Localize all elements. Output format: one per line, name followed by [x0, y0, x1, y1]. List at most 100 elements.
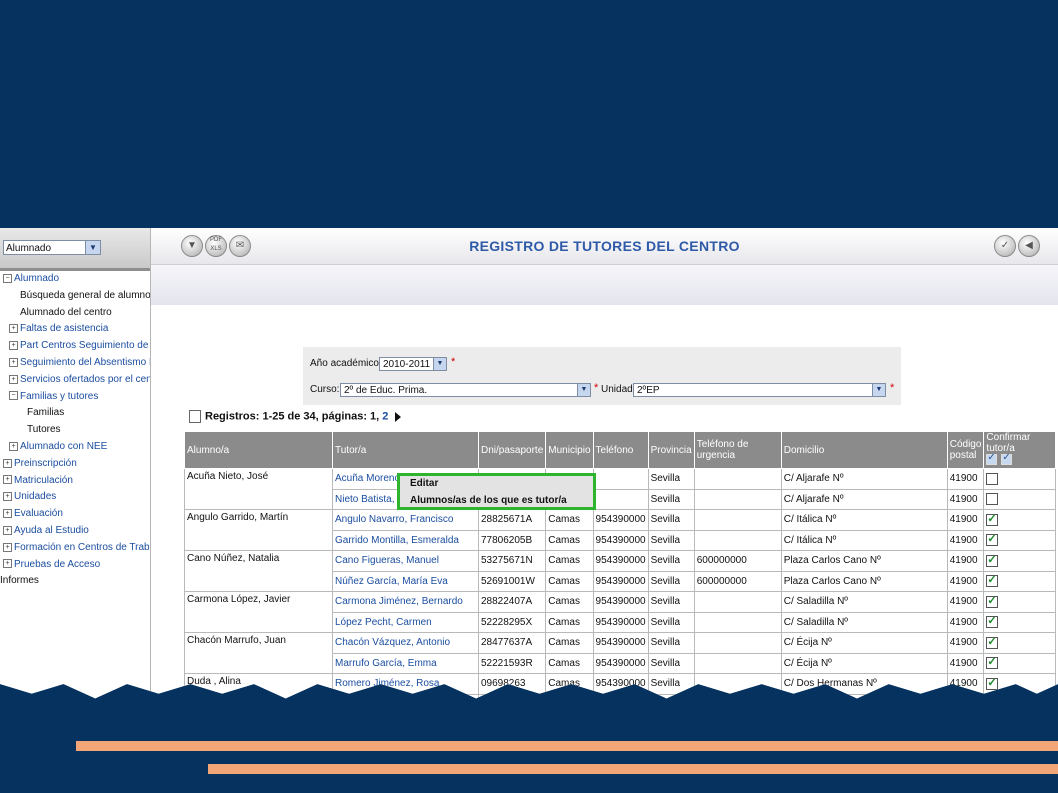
tutor-link[interactable]: Cano Figueras, Manuel: [335, 555, 439, 566]
expand-icon[interactable]: +: [9, 441, 18, 451]
tutor-cell: Marrufo García, Emma: [332, 652, 479, 674]
tree-item[interactable]: − Alumnado: [0, 271, 150, 288]
confirm-checkbox[interactable]: [986, 532, 999, 547]
anio-select[interactable]: 2010-2011 ▼: [379, 357, 447, 371]
tutor-link[interactable]: Romero Jiménez, Rosa: [335, 678, 439, 689]
module-select[interactable]: Alumnado ▼: [3, 240, 101, 255]
tree-item-label[interactable]: Seguimiento del Absentismo Esc: [20, 357, 150, 368]
confirm-checkbox[interactable]: [986, 493, 999, 506]
tree-item[interactable]: + Formación en Centros de Trabajo: [0, 540, 150, 557]
tutor-link[interactable]: Chacón Vázquez, Antonio: [335, 637, 450, 648]
tree-item-label[interactable]: Faltas de asistencia: [20, 323, 108, 334]
curso-select[interactable]: 2º de Educ. Prima. ▼: [340, 383, 591, 397]
page-2-link[interactable]: 2: [382, 410, 388, 422]
confirm-checkbox[interactable]: [986, 698, 999, 699]
cp-cell: [946, 693, 985, 699]
domicilio-cell: C/ Dos Hermanas Nº: [780, 673, 948, 695]
tree-item-label[interactable]: Alumnado: [14, 273, 59, 284]
accept-check-icon[interactable]: ✓: [994, 235, 1016, 257]
expand-icon[interactable]: +: [9, 374, 18, 384]
confirm-checkbox[interactable]: [986, 655, 999, 670]
tutor-link[interactable]: Núñez García, María Eva: [335, 576, 448, 587]
expand-icon[interactable]: +: [3, 525, 12, 535]
tree-item[interactable]: + Unidades: [0, 489, 150, 506]
chevron-down-icon[interactable]: ▼: [872, 384, 885, 396]
chevron-down-icon[interactable]: ▼: [577, 384, 590, 396]
tree-item[interactable]: + Evaluación: [0, 506, 150, 523]
collapse-icon[interactable]: −: [3, 273, 12, 283]
unidad-select[interactable]: 2ºEP ▼: [633, 383, 886, 397]
tree-item-label[interactable]: Ayuda al Estudio: [14, 525, 89, 536]
expand-icon[interactable]: +: [3, 492, 12, 502]
confirm-checkbox[interactable]: [986, 676, 999, 690]
tutor-link[interactable]: Garrido Montilla, Esmeralda: [335, 535, 459, 546]
expand-icon[interactable]: +: [3, 475, 12, 485]
confirm-checkbox[interactable]: [986, 553, 999, 567]
tree-item[interactable]: Tutores: [0, 422, 150, 439]
column-header: Código postal: [946, 431, 985, 469]
select-all-checkbox[interactable]: [1001, 452, 1013, 465]
expand-icon[interactable]: +: [9, 341, 18, 351]
tutor-cell: López Pecht, Carmen: [332, 611, 479, 633]
collapse-icon[interactable]: −: [9, 391, 18, 401]
tree-item[interactable]: + Matriculación: [0, 473, 150, 490]
tree-item-label[interactable]: Matriculación: [14, 475, 73, 486]
tree-item-label[interactable]: Formación en Centros de Trabajo: [14, 542, 150, 553]
tree-item[interactable]: +Seguimiento del Absentismo Esc: [0, 355, 150, 372]
tree-item[interactable]: + Faltas de asistencia: [0, 321, 150, 338]
tutor-link[interactable]: Marco Orihuela: [335, 699, 403, 708]
tree-item[interactable]: − Familias y tutores: [0, 389, 150, 406]
chevron-down-icon[interactable]: ▼: [433, 358, 446, 370]
tree-item-label[interactable]: Unidades: [14, 491, 56, 502]
tree-item-label[interactable]: Familias y tutores: [20, 391, 98, 402]
decorative-bar: [76, 741, 1058, 751]
select-all-checkbox[interactable]: [986, 452, 998, 465]
back-arrow-icon[interactable]: ◀: [1018, 235, 1040, 257]
confirm-checkbox[interactable]: [986, 573, 999, 588]
context-menu-item-alumnos[interactable]: Alumnos/as de los que es tutor/a: [410, 495, 567, 506]
tree-item-label[interactable]: Part Centros Seguimiento de la C: [20, 340, 150, 351]
expand-icon[interactable]: +: [3, 542, 12, 552]
context-menu-item-editar[interactable]: Editar: [410, 478, 438, 489]
tree-item-label[interactable]: Alumnado del centro: [20, 307, 112, 318]
expand-icon[interactable]: +: [3, 509, 12, 519]
tree-item[interactable]: Informes: [0, 573, 150, 590]
tree-item[interactable]: Alumnado del centro: [0, 305, 150, 322]
tree-item-label[interactable]: Búsqueda general de alumnos/a: [20, 290, 150, 301]
expand-icon[interactable]: +: [9, 324, 18, 334]
tree-item-label[interactable]: Alumnado con NEE: [20, 441, 107, 452]
tree-item[interactable]: Búsqueda general de alumnos/a: [0, 288, 150, 305]
expand-icon[interactable]: +: [3, 458, 12, 468]
tree-item[interactable]: + Preinscripción: [0, 456, 150, 473]
tree-item[interactable]: Familias: [0, 405, 150, 422]
chevron-down-icon[interactable]: ▼: [85, 241, 100, 254]
tree-item-label[interactable]: Familias: [27, 407, 64, 418]
telefono-cell: [592, 468, 649, 490]
tree-item-label[interactable]: Tutores: [27, 424, 61, 435]
tutor-link[interactable]: Angulo Navarro, Francisco: [335, 514, 453, 525]
tree-item[interactable]: + Ayuda al Estudio: [0, 523, 150, 540]
tree-item[interactable]: + Servicios ofertados por el centro: [0, 372, 150, 389]
expand-icon[interactable]: +: [9, 357, 18, 367]
tree-item[interactable]: +Part Centros Seguimiento de la C: [0, 338, 150, 355]
confirm-cell: [983, 529, 1057, 551]
confirm-checkbox[interactable]: [986, 614, 999, 629]
tree-item-label[interactable]: Evaluación: [14, 508, 63, 519]
tutor-link[interactable]: Carmona Jiménez, Bernardo: [335, 596, 463, 607]
confirm-checkbox[interactable]: [986, 512, 999, 526]
confirm-checkbox[interactable]: [986, 594, 999, 608]
tutor-link[interactable]: López Pecht, Carmen: [335, 617, 432, 628]
domicilio-cell: C/ Itálica Nº: [780, 509, 948, 531]
tutor-cell: Garrido Montilla, Esmeralda: [332, 529, 479, 551]
expand-icon[interactable]: +: [3, 559, 12, 569]
tree-item-label[interactable]: Informes: [0, 575, 39, 586]
tree-item[interactable]: + Alumnado con NEE: [0, 439, 150, 456]
tree-item-label[interactable]: Pruebas de Acceso: [14, 559, 100, 570]
tutor-link[interactable]: Marrufo García, Emma: [335, 658, 437, 669]
next-page-icon[interactable]: [395, 411, 402, 422]
tree-item-label[interactable]: Servicios ofertados por el centro: [20, 374, 150, 385]
confirm-checkbox[interactable]: [986, 635, 999, 649]
tree-item-label[interactable]: Preinscripción: [14, 458, 77, 469]
confirm-checkbox[interactable]: [986, 472, 999, 485]
tree-item[interactable]: + Pruebas de Acceso: [0, 557, 150, 574]
